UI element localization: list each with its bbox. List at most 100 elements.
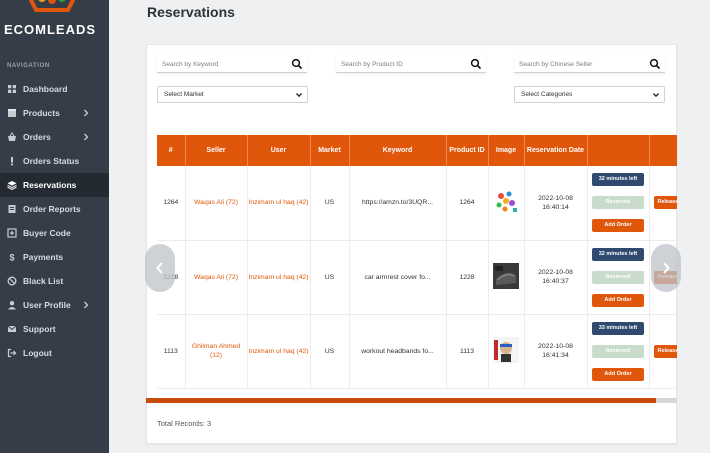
- add-order-button[interactable]: Add Order: [592, 293, 644, 307]
- table-header-row: # Seller User Market Keyword Product ID …: [157, 135, 677, 166]
- sidebar-item-products[interactable]: Products: [0, 101, 109, 125]
- col-header-number[interactable]: #: [157, 135, 186, 166]
- cell-reservation-date: 2022-10-08 16:41:34: [524, 314, 588, 389]
- sidebar-item-label: Black List: [23, 276, 64, 286]
- product-search[interactable]: [336, 56, 486, 73]
- chevron-right-icon: [663, 262, 670, 274]
- col-header-market[interactable]: Market: [310, 135, 350, 166]
- table-row[interactable]: 1228 Waqas Ali (72)Inzimam ul haq (42)USc…: [157, 240, 677, 315]
- reserved-status-button[interactable]: Reserved: [592, 196, 644, 210]
- release-button[interactable]: Release: [653, 344, 677, 358]
- chevron-right-icon: [84, 301, 89, 309]
- sidebar-item-label: Support: [23, 324, 56, 334]
- seller-search[interactable]: [514, 56, 665, 73]
- sidebar-item-label: Dashboard: [23, 84, 68, 94]
- search-icon[interactable]: [470, 58, 482, 70]
- sidebar-item-label: Buyer Code: [23, 228, 71, 238]
- box-icon: [7, 108, 17, 118]
- search-icon[interactable]: [291, 58, 303, 70]
- reservations-table-wrap[interactable]: # Seller User Market Keyword Product ID …: [157, 135, 677, 389]
- envelope-icon: [7, 324, 17, 334]
- cell-market: US: [310, 166, 350, 241]
- cell-market: US: [310, 240, 350, 315]
- col-header-reservation-date[interactable]: Reservation Date: [524, 135, 588, 166]
- sidebar-item-buyer-code[interactable]: Buyer Code: [0, 221, 109, 245]
- basket-icon: [7, 132, 17, 142]
- scrollbar-thumb[interactable]: [146, 398, 656, 403]
- col-header-product-id[interactable]: Product ID: [446, 135, 489, 166]
- sidebar-item-orders[interactable]: Orders: [0, 125, 109, 149]
- sidebar-item-support[interactable]: Support: [0, 317, 109, 341]
- cell-seller-link[interactable]: Waqas Ali (72): [185, 166, 248, 241]
- cell-product-id: 1264: [446, 166, 489, 241]
- sidebar-item-order-reports[interactable]: Order Reports: [0, 197, 109, 221]
- sidebar-item-user-profile[interactable]: User Profile: [0, 293, 109, 317]
- product-search-input[interactable]: [336, 60, 470, 68]
- cell-seller-link[interactable]: Waqas Ali (72): [185, 240, 248, 315]
- add-order-button[interactable]: Add Order: [592, 219, 644, 233]
- col-header-user[interactable]: User: [247, 135, 311, 166]
- sidebar-item-label: User Profile: [23, 300, 71, 310]
- col-header-seller[interactable]: Seller: [185, 135, 248, 166]
- keyword-search[interactable]: [157, 56, 307, 73]
- nav-list: Dashboard Products Orders Orders Status Rese…: [0, 77, 109, 365]
- cell-user-link[interactable]: Inzimam ul haq (42): [247, 166, 311, 241]
- time-left-badge: 32 minutes left: [592, 247, 644, 261]
- col-header-image[interactable]: Image: [488, 135, 525, 166]
- sidebar-item-label: Orders: [23, 132, 51, 142]
- sidebar-item-reservations[interactable]: Reservations: [0, 173, 109, 197]
- seller-search-input[interactable]: [514, 60, 649, 68]
- cell-seller-link[interactable]: Ghilman Ahmed (12): [185, 314, 248, 389]
- report-icon: [7, 204, 17, 214]
- cell-image: [488, 240, 525, 315]
- cell-user-link[interactable]: Inzimam ul haq (42): [247, 314, 311, 389]
- cell-keyword: car armrest cover fo...: [349, 240, 447, 315]
- col-header-keyword[interactable]: Keyword: [349, 135, 447, 166]
- layers-icon: [7, 180, 17, 190]
- add-order-button[interactable]: Add Order: [592, 367, 644, 381]
- headband-thumbnail[interactable]: [493, 336, 519, 363]
- sidebar-item-label: Logout: [23, 348, 52, 358]
- cell-keyword: workout headbands fo...: [349, 314, 447, 389]
- car-armrest-thumbnail[interactable]: [493, 262, 519, 289]
- category-select[interactable]: Select Categories: [514, 86, 665, 103]
- sidebar-item-orders-status[interactable]: Orders Status: [0, 149, 109, 173]
- horizontal-scrollbar[interactable]: [146, 398, 677, 403]
- cell-id: 1113: [157, 314, 186, 389]
- cell-user-link[interactable]: Inzimam ul haq (42): [247, 240, 311, 315]
- table-row[interactable]: 1113 Ghilman Ahmed (12) Inzimam ul haq (42…: [157, 314, 677, 389]
- brand-logo[interactable]: ECOMLEADS: [0, 0, 109, 44]
- chevron-right-icon: [84, 133, 89, 141]
- exclamation-icon: [7, 156, 17, 166]
- sidebar-item-label: Products: [23, 108, 60, 118]
- svg-text:$: $: [9, 253, 14, 263]
- reserved-status-button[interactable]: Reserved: [592, 270, 644, 284]
- keyword-search-input[interactable]: [157, 60, 291, 68]
- chevron-right-icon: [84, 109, 89, 117]
- release-button[interactable]: Release: [653, 196, 677, 210]
- cell-image: [488, 314, 525, 389]
- chevron-down-icon: [296, 92, 302, 97]
- logo-cart-icon: [28, 0, 76, 12]
- sidebar-item-label: Reservations: [23, 180, 77, 190]
- col-header-release: [649, 135, 677, 166]
- sidebar-item-payments[interactable]: $ Payments: [0, 245, 109, 269]
- reserved-status-button[interactable]: Reserved: [592, 344, 644, 358]
- cell-image: [488, 166, 525, 241]
- cell-product-id: 1113: [446, 314, 489, 389]
- scroll-left-button[interactable]: [145, 244, 175, 292]
- sidebar-item-black-list[interactable]: Black List: [0, 269, 109, 293]
- sidebar-item-logout[interactable]: Logout: [0, 341, 109, 365]
- grid-icon: [7, 84, 17, 94]
- time-left-badge: 33 minutes left: [592, 321, 644, 335]
- logout-icon: [7, 348, 17, 358]
- scroll-right-button[interactable]: [651, 244, 681, 292]
- market-select-value: Select Market: [164, 91, 204, 98]
- table-row[interactable]: 1264 Waqas Ali (72) Inzimam ul haq (42) US h…: [157, 166, 677, 241]
- brand-name: ECOMLEADS: [3, 22, 97, 37]
- colorful-items-thumbnail[interactable]: [493, 188, 519, 215]
- search-icon[interactable]: [649, 58, 661, 70]
- market-select[interactable]: Select Market: [157, 86, 308, 103]
- chevron-down-icon: [653, 92, 659, 97]
- sidebar-item-dashboard[interactable]: Dashboard: [0, 77, 109, 101]
